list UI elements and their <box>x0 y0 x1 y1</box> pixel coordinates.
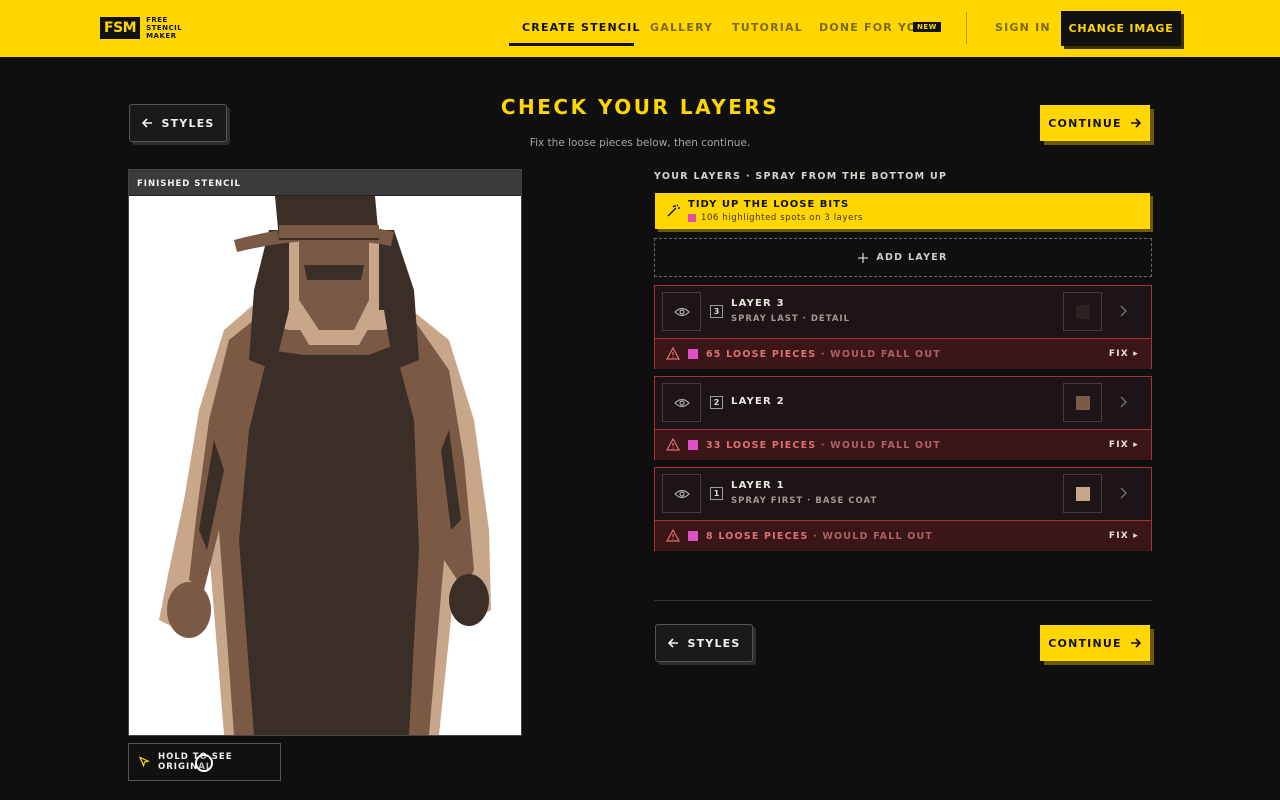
top-navigation-bar: FSM FREE STENCIL MAKER CREATE STENCIL GA… <box>0 0 1280 57</box>
nav-create-stencil[interactable]: CREATE STENCIL <box>522 21 641 34</box>
loose-marker-swatch <box>688 349 698 359</box>
layer-card-3: 3 LAYER 3 SPRAY LAST · DETAIL 65 LOOSE P… <box>654 285 1152 369</box>
toggle-visibility-button[interactable] <box>662 383 701 422</box>
section-divider <box>654 600 1152 601</box>
warning-text: 8 LOOSE PIECES · WOULD FALL OUT <box>706 531 933 542</box>
layer-color-picker[interactable] <box>1063 383 1102 422</box>
loose-pieces-warning: 65 LOOSE PIECES · WOULD FALL OUT FIX ▸ <box>655 338 1151 369</box>
layer-number: 1 <box>710 487 723 500</box>
back-to-styles-button-bottom[interactable]: STYLES <box>655 624 753 662</box>
add-layer-button[interactable]: ADD LAYER <box>654 238 1152 277</box>
tidy-up-banner[interactable]: TIDY UP THE LOOSE BITS 106 highlighted s… <box>655 193 1150 229</box>
layer-subtitle: SPRAY FIRST · BASE COAT <box>731 496 878 506</box>
layer-color-swatch <box>1075 395 1090 410</box>
warning-tail: · WOULD FALL OUT <box>820 349 941 360</box>
continue-button-bottom[interactable]: CONTINUE <box>1040 625 1150 661</box>
layer-row[interactable]: 1 LAYER 1 SPRAY FIRST · BASE COAT <box>655 468 1151 519</box>
layer-row[interactable]: 2 LAYER 2 <box>655 377 1151 428</box>
chevron-right-icon[interactable] <box>1118 486 1128 500</box>
layer-color-picker[interactable] <box>1063 292 1102 331</box>
warning-tail: · WOULD FALL OUT <box>820 440 941 451</box>
layer-color-swatch <box>1075 304 1090 319</box>
warning-triangle-icon <box>666 529 680 542</box>
layer-row[interactable]: 3 LAYER 3 SPRAY LAST · DETAIL <box>655 286 1151 337</box>
layer-number: 2 <box>710 396 723 409</box>
warning-text: 65 LOOSE PIECES · WOULD FALL OUT <box>706 349 941 360</box>
hold-button-label: HOLD TO SEE ORIGINAL <box>158 752 233 772</box>
eye-icon <box>673 489 690 498</box>
loose-marker-swatch <box>688 531 698 541</box>
nav-active-indicator <box>509 43 634 46</box>
logo-line: MAKER <box>146 32 177 40</box>
continue-button-top[interactable]: CONTINUE <box>1040 105 1150 141</box>
warning-triangle-icon <box>666 438 680 451</box>
layer-card-2: 2 LAYER 2 33 LOOSE PIECES · WOULD FALL O… <box>654 376 1152 460</box>
arrow-right-icon <box>1130 118 1141 128</box>
eye-icon <box>673 307 690 316</box>
loose-marker-swatch <box>688 440 698 450</box>
preview-label: FINISHED STENCIL <box>129 170 521 196</box>
tidy-title: TIDY UP THE LOOSE BITS <box>688 199 850 210</box>
fix-button[interactable]: FIX ▸ <box>1109 349 1139 359</box>
layer-name: LAYER 1 <box>731 480 785 491</box>
layer-number: 3 <box>710 305 723 318</box>
stencil-preview: FINISHED STENCIL <box>128 169 522 736</box>
logo-line: STENCIL <box>146 24 183 32</box>
nav-tutorial[interactable]: TUTORIAL <box>732 21 803 34</box>
logo[interactable]: FSM FREE STENCIL MAKER <box>100 16 182 40</box>
tidy-subtitle: 106 highlighted spots on 3 layers <box>688 213 863 223</box>
logo-mark: FSM <box>100 17 141 39</box>
layer-card-1: 1 LAYER 1 SPRAY FIRST · BASE COAT 8 LOOS… <box>654 467 1152 551</box>
layer-name: LAYER 3 <box>731 298 785 309</box>
layer-color-picker[interactable] <box>1063 474 1102 513</box>
back-button-label: STYLES <box>687 636 741 650</box>
logo-wordmark: FREE STENCIL MAKER <box>146 16 182 40</box>
layer-color-swatch <box>1075 486 1090 501</box>
continue-button-label: CONTINUE <box>1048 636 1122 650</box>
new-badge: NEW <box>913 22 941 32</box>
pointer-icon <box>139 756 151 768</box>
arrow-left-icon <box>668 638 679 648</box>
loose-pieces-warning: 8 LOOSE PIECES · WOULD FALL OUT FIX ▸ <box>655 520 1151 551</box>
plus-icon <box>858 252 869 263</box>
nav-divider <box>966 12 967 44</box>
layer-name: LAYER 2 <box>731 396 785 407</box>
mouse-cursor <box>195 754 213 772</box>
loose-count: 33 LOOSE PIECES <box>706 440 817 451</box>
stencil-image <box>129 170 521 735</box>
loose-pieces-warning: 33 LOOSE PIECES · WOULD FALL OUT FIX ▸ <box>655 429 1151 460</box>
warning-tail: · WOULD FALL OUT <box>813 531 934 542</box>
logo-line: FREE <box>146 16 168 24</box>
change-image-button[interactable]: CHANGE IMAGE <box>1061 11 1181 46</box>
toggle-visibility-button[interactable] <box>662 292 701 331</box>
loose-marker-swatch <box>688 214 696 222</box>
sign-in-link[interactable]: SIGN IN <box>995 21 1051 34</box>
nav-gallery[interactable]: GALLERY <box>650 21 713 34</box>
warning-triangle-icon <box>666 347 680 360</box>
arrow-right-icon <box>1130 638 1141 648</box>
fix-button[interactable]: FIX ▸ <box>1109 531 1139 541</box>
nav-done-for-you[interactable]: DONE FOR YOU <box>819 21 927 34</box>
continue-button-label: CONTINUE <box>1048 116 1122 130</box>
magic-wand-icon <box>667 204 680 217</box>
layer-subtitle: SPRAY LAST · DETAIL <box>731 314 850 324</box>
toggle-visibility-button[interactable] <box>662 474 701 513</box>
warning-text: 33 LOOSE PIECES · WOULD FALL OUT <box>706 440 941 451</box>
chevron-right-icon[interactable] <box>1118 395 1128 409</box>
layers-heading: YOUR LAYERS · SPRAY FROM THE BOTTOM UP <box>654 171 948 182</box>
loose-count: 65 LOOSE PIECES <box>706 349 817 360</box>
tidy-subtitle-text: 106 highlighted spots on 3 layers <box>701 213 864 223</box>
add-layer-label: ADD LAYER <box>876 252 948 263</box>
eye-icon <box>673 398 690 407</box>
fix-button[interactable]: FIX ▸ <box>1109 440 1139 450</box>
chevron-right-icon[interactable] <box>1118 304 1128 318</box>
loose-count: 8 LOOSE PIECES <box>706 531 809 542</box>
